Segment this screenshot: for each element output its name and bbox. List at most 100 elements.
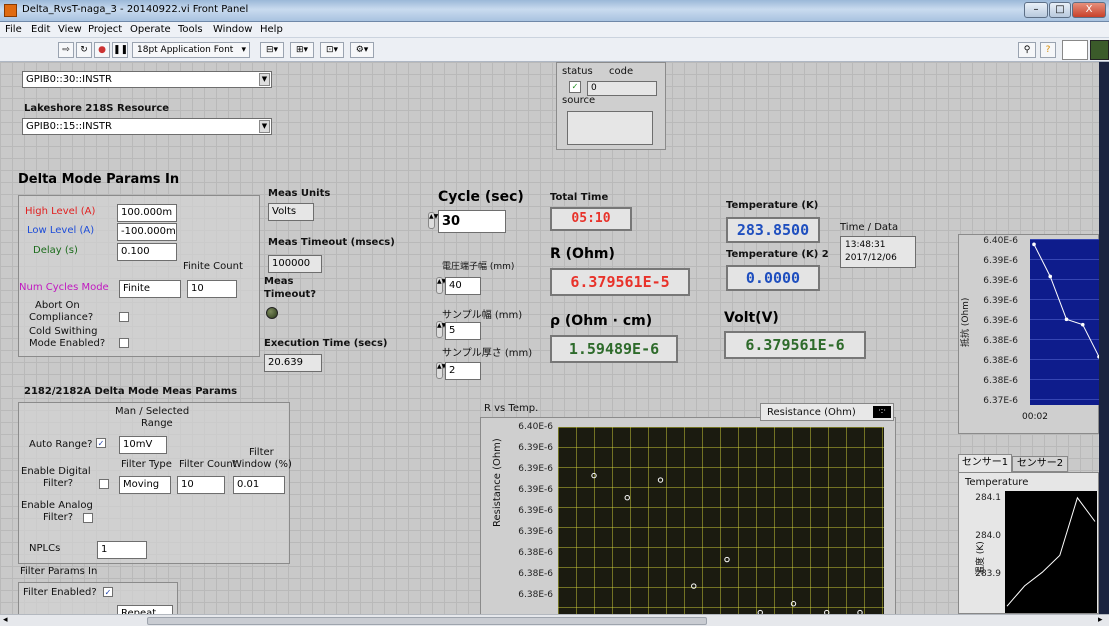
num-cycles-mode-input[interactable]: Finite bbox=[119, 280, 181, 298]
low-level-input[interactable]: -100.000m bbox=[117, 223, 177, 241]
menu-project[interactable]: Project bbox=[88, 24, 122, 35]
r-label: R (Ohm) bbox=[550, 246, 615, 262]
auto-range-checkbox[interactable]: ✓ bbox=[96, 438, 106, 448]
delta2182-title: 2182/2182A Delta Mode Meas Params bbox=[24, 386, 238, 397]
v-term-spinner[interactable]: ▲▼ bbox=[436, 277, 446, 294]
tab-sensor2[interactable]: センサー2 bbox=[1012, 456, 1068, 472]
horizontal-scrollbar[interactable]: ◂ ▸ bbox=[0, 614, 1109, 626]
sample-thick-spinner[interactable]: ▲▼ bbox=[436, 362, 446, 379]
menu-operate[interactable]: Operate bbox=[130, 24, 171, 35]
pause-icon[interactable]: ❚❚ bbox=[112, 42, 128, 58]
resistance-series-line bbox=[1033, 244, 1099, 358]
high-level-input[interactable]: 100.000m bbox=[117, 204, 177, 222]
y-tick: 284.0 bbox=[975, 531, 1001, 541]
v-term-input[interactable]: 40 bbox=[445, 277, 481, 295]
error-cluster: status code ✓ 0 source bbox=[556, 62, 666, 150]
cycle-spinner[interactable]: ▲▼ bbox=[428, 212, 438, 229]
menu-help[interactable]: Help bbox=[260, 24, 283, 35]
temperature2-label: Temperature (K) 2 bbox=[726, 249, 829, 260]
resistance-plot-area[interactable] bbox=[1030, 239, 1099, 405]
sample-thick-input[interactable]: 2 bbox=[445, 362, 481, 380]
delay-input[interactable]: 0.100 bbox=[117, 243, 177, 261]
range-input[interactable]: 10mV bbox=[119, 436, 167, 454]
run-continuous-icon[interactable]: ↻ bbox=[76, 42, 92, 58]
date-value: 2017/12/06 bbox=[845, 253, 897, 263]
resistance-point bbox=[1064, 317, 1069, 322]
filter-type-input[interactable]: Moving bbox=[119, 476, 171, 494]
digital-filter-checkbox[interactable] bbox=[99, 479, 109, 489]
filter-params-cluster: Filter Enabled? ✓ Repeat bbox=[18, 582, 178, 614]
align-objects-icon[interactable]: ⊟▾ bbox=[260, 42, 284, 58]
temperature-display: 283.8500 bbox=[726, 217, 820, 243]
filter-enabled-checkbox[interactable]: ✓ bbox=[103, 587, 113, 597]
abort-icon[interactable]: ● bbox=[94, 42, 110, 58]
scatter-point bbox=[624, 494, 630, 501]
y-tick: 283.9 bbox=[975, 569, 1001, 579]
filter-window-input[interactable]: 0.01 bbox=[233, 476, 285, 494]
run-arrow-icon[interactable]: ⇨ bbox=[58, 42, 74, 58]
filter-type2-input[interactable]: Repeat bbox=[117, 605, 173, 614]
rho-label: ρ (Ohm · cm) bbox=[550, 313, 653, 329]
scatter-point bbox=[724, 556, 730, 563]
r-vs-temp-title: R vs Temp. bbox=[484, 403, 539, 414]
source-label: source bbox=[562, 95, 596, 106]
meas-timeout-q-2: Timeout? bbox=[264, 289, 317, 300]
digital-label-2: Filter? bbox=[43, 478, 74, 489]
abort-label-2: Compliance? bbox=[29, 312, 94, 323]
sample-thick-label: サンプル厚さ (mm) bbox=[442, 348, 533, 359]
scrollbar-thumb[interactable] bbox=[147, 617, 707, 625]
temperature-plot-area[interactable] bbox=[1005, 491, 1097, 613]
analog-filter-checkbox[interactable] bbox=[83, 513, 93, 523]
menu-file[interactable]: File bbox=[5, 24, 22, 35]
filter-window-label: Window (%) bbox=[232, 459, 292, 470]
labview-app-icon bbox=[4, 4, 17, 17]
cold-switching-checkbox[interactable] bbox=[119, 338, 129, 348]
tab-sensor1[interactable]: センサー1 bbox=[958, 454, 1012, 472]
meas-units-field: Volts bbox=[268, 203, 314, 221]
timeout-led-indicator bbox=[266, 307, 278, 319]
legend-plot-icon[interactable]: ·:· bbox=[873, 406, 891, 418]
help-icon[interactable]: ? bbox=[1040, 42, 1056, 58]
menu-edit[interactable]: Edit bbox=[31, 24, 50, 35]
cycle-input[interactable]: 30 bbox=[438, 210, 506, 233]
menu-view[interactable]: View bbox=[58, 24, 82, 35]
nplc-input[interactable]: 1 bbox=[97, 541, 147, 559]
analog-label-1: Enable Analog bbox=[21, 500, 93, 511]
filter-count-input[interactable]: 10 bbox=[177, 476, 225, 494]
gpib-resource-combo[interactable]: GPIB0::30::INSTR ▼ bbox=[22, 71, 272, 88]
scroll-left-icon[interactable]: ◂ bbox=[3, 615, 8, 625]
search-icon[interactable]: ⚲ bbox=[1018, 42, 1036, 58]
reorder-icon[interactable]: ⚙▾ bbox=[350, 42, 374, 58]
maximize-button[interactable]: □ bbox=[1049, 2, 1071, 18]
font-dropdown[interactable]: 18pt Application Font ▾ bbox=[132, 42, 250, 58]
resize-objects-icon[interactable]: ⊡▾ bbox=[320, 42, 344, 58]
filter-label: Filter bbox=[249, 447, 274, 458]
sample-width-spinner[interactable]: ▲▼ bbox=[436, 321, 446, 338]
lakeshore-label: Lakeshore 218S Resource bbox=[24, 103, 170, 114]
finite-count-input[interactable]: 10 bbox=[187, 280, 237, 298]
total-time-display: 05:10 bbox=[550, 207, 632, 231]
menu-window[interactable]: Window bbox=[213, 24, 252, 35]
meas-units-label: Meas Units bbox=[268, 188, 331, 199]
scatter-point bbox=[657, 477, 664, 483]
r-vs-temp-plot-area[interactable] bbox=[558, 427, 884, 614]
distribute-objects-icon[interactable]: ⊞▾ bbox=[290, 42, 314, 58]
y-tick: 284.1 bbox=[975, 493, 1001, 503]
menu-bar: File Edit View Project Operate Tools Win… bbox=[0, 22, 1109, 38]
code-field: 0 bbox=[587, 81, 657, 96]
minimize-button[interactable]: – bbox=[1024, 2, 1048, 18]
scroll-right-icon[interactable]: ▸ bbox=[1098, 615, 1103, 625]
title-bar: Delta_RvsT-naga_3 - 20140922.vi Front Pa… bbox=[0, 0, 1109, 22]
time-data-label: Time / Data bbox=[840, 222, 899, 233]
menu-tools[interactable]: Tools bbox=[178, 24, 203, 35]
close-button[interactable]: X bbox=[1072, 2, 1106, 18]
lakeshore-resource-combo[interactable]: GPIB0::15::INSTR ▼ bbox=[22, 118, 272, 135]
cold-label-1: Cold Swithing bbox=[29, 326, 98, 337]
y-tick: 6.38E-6 bbox=[983, 376, 1018, 386]
sample-width-input[interactable]: 5 bbox=[445, 322, 481, 340]
temperature-chart-title: Temperature bbox=[965, 477, 1029, 488]
abort-checkbox[interactable] bbox=[119, 312, 129, 322]
chevron-down-icon: ▾ bbox=[241, 45, 246, 55]
r-display: 6.379561E-5 bbox=[550, 268, 690, 296]
y-tick: 6.39E-6 bbox=[983, 316, 1018, 326]
